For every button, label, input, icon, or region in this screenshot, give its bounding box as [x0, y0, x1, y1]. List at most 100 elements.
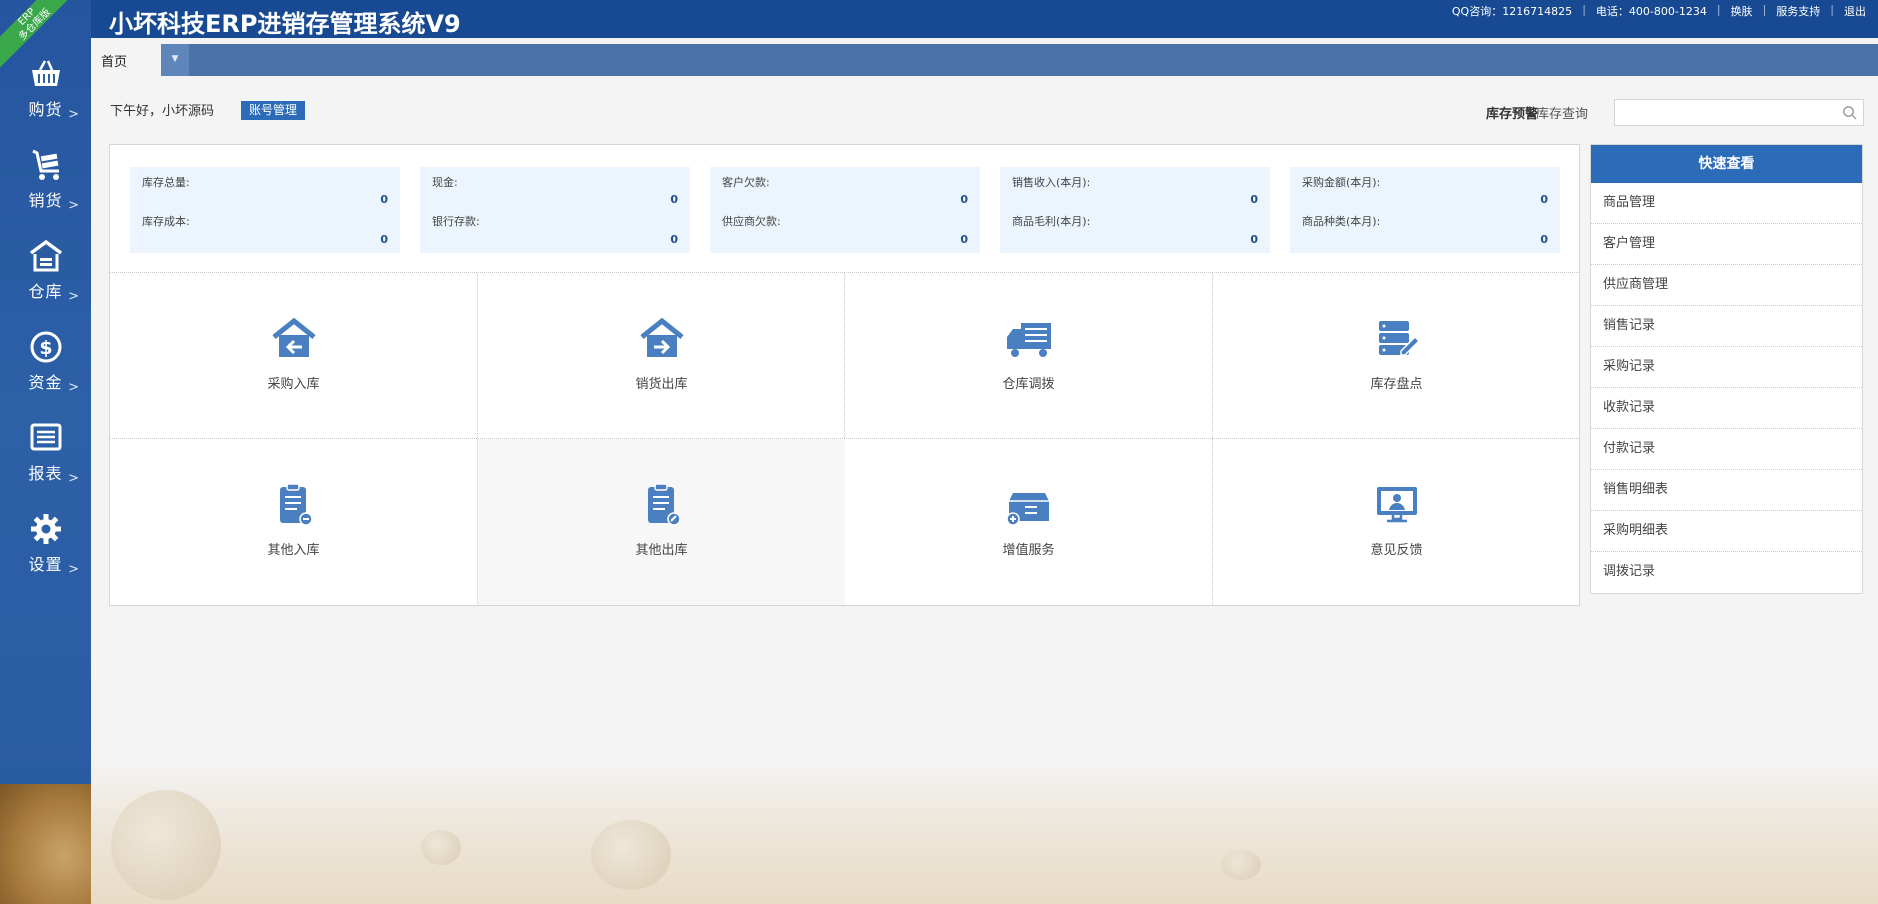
sidebar-item-warehouse[interactable]: 仓库 > — [0, 238, 91, 318]
stat-value: 0 — [670, 193, 678, 206]
search-icon[interactable] — [1842, 105, 1857, 120]
quick-item[interactable]: 付款记录 — [1591, 429, 1862, 470]
report-icon — [30, 423, 61, 451]
gear-icon — [30, 514, 61, 544]
dollar-icon: $ — [30, 331, 61, 363]
stat-label: 销售收入(本月): — [1012, 176, 1091, 189]
dashboard-panel: 库存总量: 0 库存成本: 0 现金: 0 银行存款: 0 客户欠款: 0 供应… — [109, 144, 1580, 606]
greeting-text: 下午好，小坏源码 — [110, 104, 215, 119]
quick-item[interactable]: 收款记录 — [1591, 388, 1862, 429]
account-manage-button[interactable]: 账号管理 — [241, 101, 306, 120]
sidebar-item-funds[interactable]: $ 资金 > — [0, 329, 91, 409]
quick-item[interactable]: 供应商管理 — [1591, 265, 1862, 306]
stat-label: 客户欠款: — [722, 176, 770, 189]
hay-bale-image — [421, 830, 461, 865]
clipboard-out-icon — [647, 483, 681, 526]
stat-value: 0 — [380, 193, 388, 206]
sidebar-item-sales[interactable]: 销货 > — [0, 147, 91, 227]
feedback-icon — [1376, 487, 1417, 523]
stat-label: 商品种类(本月): — [1302, 215, 1381, 228]
support-link[interactable]: 服务支持 — [1776, 3, 1820, 19]
quick-item[interactable]: 商品管理 — [1591, 183, 1862, 224]
skin-link[interactable]: 换肤 — [1731, 3, 1753, 19]
stat-card-cash: 现金: 0 银行存款: 0 — [420, 167, 690, 253]
action-transfer[interactable]: 仓库调拨 — [845, 273, 1212, 439]
inventory-check-icon — [1378, 321, 1420, 356]
stat-value: 0 — [670, 233, 678, 246]
quick-view-title: 快速查看 — [1591, 145, 1862, 183]
action-purchase-in[interactable]: 采购入库 — [110, 273, 477, 439]
action-value-added[interactable]: 增值服务 — [845, 439, 1212, 605]
background-field — [91, 760, 1878, 904]
sidebar: ERP 多仓库版 购货 > 销货 > 仓库 > $ 资金 > 报表 > 设置 > — [0, 0, 91, 904]
chevron-right-icon: > — [68, 198, 79, 213]
stat-card-debts: 客户欠款: 0 供应商欠款: 0 — [710, 167, 980, 253]
quick-item[interactable]: 采购明细表 — [1591, 511, 1862, 552]
quick-item[interactable]: 调拨记录 — [1591, 552, 1862, 593]
stat-card-purchase: 采购金额(本月): 0 商品种类(本月): 0 — [1290, 167, 1560, 253]
action-other-out[interactable]: 其他出库 — [478, 439, 845, 605]
divider: | — [1582, 3, 1586, 16]
chevron-right-icon: > — [68, 107, 79, 122]
stock-query-label: 库存查询 — [1535, 107, 1588, 122]
hay-bale-image — [111, 790, 221, 900]
stat-label: 现金: — [432, 176, 458, 189]
chevron-right-icon: > — [68, 562, 79, 577]
action-label: 其他入库 — [267, 543, 320, 558]
divider: | — [1762, 3, 1767, 16]
cart-icon — [31, 149, 59, 180]
sidebar-item-reports[interactable]: 报表 > — [0, 420, 91, 500]
warehouse-icon — [29, 239, 62, 272]
action-sales-out[interactable]: 销货出库 — [478, 273, 845, 439]
action-label: 库存盘点 — [1370, 377, 1423, 392]
tab-bar: 首页 ▼ — [91, 44, 1878, 76]
action-label: 意见反馈 — [1370, 543, 1423, 558]
sales-out-icon — [639, 317, 684, 357]
value-added-icon — [1005, 493, 1049, 526]
action-feedback[interactable]: 意见反馈 — [1213, 439, 1580, 605]
basket-icon — [31, 60, 60, 86]
quick-item[interactable]: 销售记录 — [1591, 306, 1862, 347]
divider: | — [1830, 3, 1834, 16]
hay-bale-image — [1221, 850, 1261, 880]
quick-item[interactable]: 采购记录 — [1591, 347, 1862, 388]
action-label: 销货出库 — [635, 377, 688, 392]
stock-warning-link[interactable]: 库存预警 — [1486, 103, 1538, 122]
stat-value: 0 — [1540, 233, 1548, 246]
phone-contact: 电话：400-800-1234 — [1595, 5, 1707, 18]
action-label: 其他出库 — [635, 543, 688, 558]
stat-value: 0 — [1250, 233, 1258, 246]
stat-label: 采购金额(本月): — [1302, 176, 1381, 189]
purchase-in-icon — [271, 317, 316, 357]
app-title: 小坏科技ERP进销存管理系统V9 — [109, 10, 461, 38]
stat-card-sales: 销售收入(本月): 0 商品毛利(本月): 0 — [1000, 167, 1270, 253]
stat-value: 0 — [960, 193, 968, 206]
chevron-right-icon: > — [68, 471, 79, 486]
hay-bale-image — [591, 820, 671, 890]
stat-label: 库存总量: — [142, 176, 190, 189]
quick-view-panel: 快速查看 商品管理 客户管理 供应商管理 销售记录 采购记录 收款记录 付款记录… — [1590, 144, 1863, 594]
qq-contact: QQ咨询：1216714825 — [1451, 5, 1573, 18]
tab-home[interactable]: 首页 — [91, 44, 161, 76]
stat-label: 供应商欠款: — [722, 215, 781, 228]
quick-item[interactable]: 销售明细表 — [1591, 470, 1862, 511]
quick-item[interactable]: 客户管理 — [1591, 224, 1862, 265]
action-label: 增值服务 — [1002, 543, 1055, 558]
stat-value: 0 — [960, 233, 968, 246]
action-grid: 采购入库 销货出库 仓库调拨 库存盘点 其他入库 其他出库 增值服务 意见反馈 — [110, 272, 1580, 606]
stat-label: 银行存款: — [432, 215, 480, 228]
action-label: 仓库调拨 — [1002, 377, 1055, 392]
stat-label: 商品毛利(本月): — [1012, 215, 1091, 228]
stat-value: 0 — [380, 233, 388, 246]
sidebar-item-settings[interactable]: 设置 > — [0, 511, 91, 591]
sidebar-item-purchase[interactable]: 购货 > — [0, 56, 91, 136]
action-other-in[interactable]: 其他入库 — [110, 439, 477, 605]
logout-link[interactable]: 退出 — [1844, 3, 1866, 19]
tab-dropdown-button[interactable]: ▼ — [161, 44, 189, 76]
stat-value: 0 — [1250, 193, 1258, 206]
stock-search-input[interactable] — [1615, 100, 1830, 125]
hay-bale-image — [0, 784, 91, 904]
action-stocktake[interactable]: 库存盘点 — [1213, 273, 1580, 439]
top-header: 小坏科技ERP进销存管理系统V9 QQ咨询：1216714825 | 电话：40… — [91, 0, 1878, 38]
header-links: QQ咨询：1216714825 | 电话：400-800-1234 | 换肤 |… — [1452, 3, 1866, 19]
